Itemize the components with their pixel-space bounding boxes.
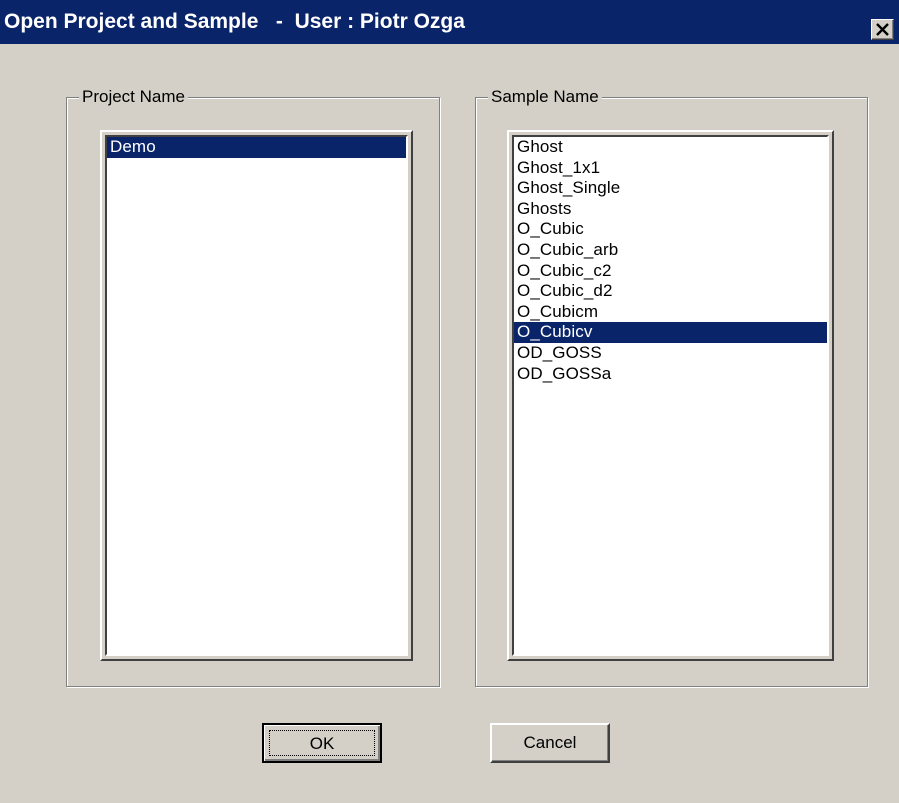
dialog-window: Open Project and Sample - User : Piotr O… [0, 0, 899, 803]
sample-listbox[interactable]: Ghost Ghost_1x1 Ghost_Single Ghosts O_Cubic O… [512, 135, 829, 656]
close-button[interactable] [871, 19, 894, 40]
cancel-button[interactable]: Cancel [490, 723, 610, 763]
sample-name-label: Sample Name [488, 85, 602, 109]
ok-button-label: OK [269, 730, 375, 756]
project-list-frame: Demo [100, 130, 413, 661]
list-item[interactable]: OD_GOSS [514, 343, 827, 364]
project-name-label: Project Name [79, 85, 188, 109]
list-item[interactable]: O_Cubic [514, 219, 827, 240]
project-name-group: Project Name Demo [66, 85, 440, 687]
list-item[interactable]: O_Cubicv [514, 322, 827, 343]
list-item[interactable]: Demo [107, 137, 406, 158]
title-bar[interactable]: Open Project and Sample - User : Piotr O… [0, 0, 899, 44]
ok-button[interactable]: OK [262, 723, 382, 763]
list-item[interactable]: Ghost_1x1 [514, 158, 827, 179]
sample-name-group: Sample Name Ghost Ghost_1x1 Ghost_Single Gh… [475, 85, 868, 687]
sample-list-frame: Ghost Ghost_1x1 Ghost_Single Ghosts O_Cubic O… [507, 130, 834, 661]
list-item[interactable]: O_Cubic_d2 [514, 281, 827, 302]
list-item[interactable]: OD_GOSSa [514, 364, 827, 385]
list-item[interactable]: Ghost [514, 137, 827, 158]
project-listbox[interactable]: Demo [105, 135, 408, 656]
list-item[interactable]: Ghosts [514, 199, 827, 220]
window-title: Open Project and Sample - User : Piotr O… [4, 10, 465, 33]
list-item[interactable]: O_Cubic_arb [514, 240, 827, 261]
close-icon [876, 23, 889, 36]
list-item[interactable]: O_Cubicm [514, 302, 827, 323]
list-item[interactable]: O_Cubic_c2 [514, 261, 827, 282]
list-item[interactable]: Ghost_Single [514, 178, 827, 199]
